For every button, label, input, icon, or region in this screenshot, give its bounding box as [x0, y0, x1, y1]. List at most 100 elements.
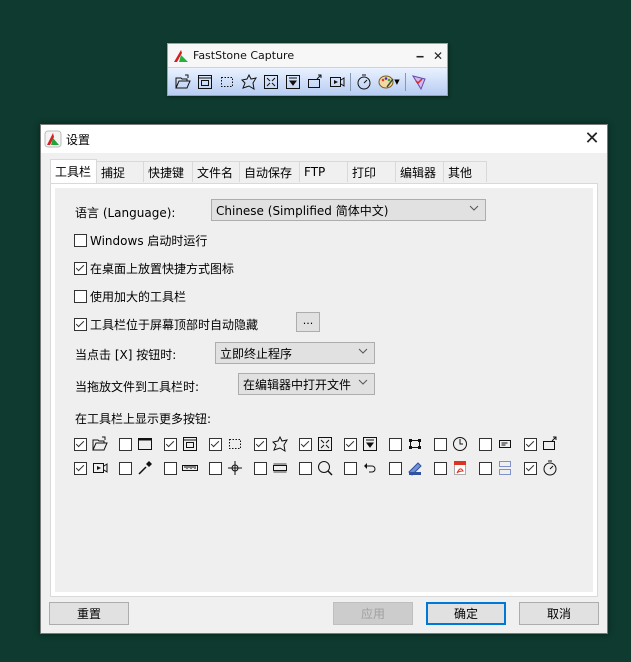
on-drop-select-value: 在编辑器中打开文件 [243, 377, 352, 392]
chevron-down-icon [358, 379, 368, 385]
more-button-option-capture-active-window[interactable] [119, 436, 164, 452]
capture-scrolling-icon [286, 74, 300, 89]
more-button-option-delay-timer[interactable] [524, 460, 569, 476]
undo-icon [364, 463, 376, 473]
cancel-button[interactable]: 取消 [519, 602, 599, 625]
more-button-option-caption[interactable] [479, 436, 524, 452]
delay-timer-icon [543, 460, 557, 476]
checkbox-box [344, 461, 357, 475]
more-button-option-capture-scrolling[interactable] [344, 436, 389, 452]
tab-toolbar[interactable]: 工具栏 [50, 159, 97, 183]
tab-label: FTP [304, 165, 326, 179]
on-close-select[interactable]: 立即终止程序 [215, 342, 375, 364]
capture-scrolling-icon [363, 437, 377, 451]
tab-autosave[interactable]: 自动保存 [239, 161, 300, 182]
toolbar-settings-panel: 语言 (Language): Chinese (Simplified 简体中文)… [50, 183, 598, 597]
dialog-title: 设置 [66, 132, 91, 147]
more-button-option-capture-window-object[interactable] [164, 436, 209, 452]
checkbox-box [434, 437, 447, 451]
tab-print[interactable]: 打印 [347, 161, 396, 182]
desktop-shortcut-checkbox[interactable]: 在桌面上放置快捷方式图标 [74, 260, 234, 277]
more-button-option-screen-bar[interactable] [254, 460, 299, 476]
more-button-option-capture-rectangle[interactable] [209, 436, 254, 452]
dialog-close-button[interactable]: ✕ [577, 125, 607, 153]
checkbox-label: Windows 启动时运行 [90, 234, 208, 248]
autohide-toolbar-checkbox[interactable]: 工具栏位于屏幕顶部时自动隐藏 [74, 316, 258, 333]
capture-freehand-button[interactable] [238, 71, 260, 93]
settings-tabs: 工具栏 捕捉 快捷键 文件名 自动保存 FTP 打印 编辑器 其他 [50, 159, 487, 183]
tab-capture[interactable]: 捕捉 [96, 161, 144, 182]
color-picker-icon [138, 461, 152, 475]
merge-images-icon [499, 461, 511, 475]
dropdown-arrow-icon: ▼ [394, 77, 400, 86]
large-toolbar-checkbox[interactable]: 使用加大的工具栏 [74, 288, 186, 305]
ruler-icon [182, 465, 198, 471]
tab-filename[interactable]: 文件名 [192, 161, 240, 182]
open-file-icon [175, 74, 191, 88]
checkbox-box [74, 234, 87, 247]
more-buttons-label: 在工具栏上显示更多按钮: [75, 412, 212, 426]
capture-fullscreen-button[interactable] [260, 71, 282, 93]
output-palette-button[interactable]: ▼ [375, 71, 403, 93]
capture-scrolling-button[interactable] [282, 71, 304, 93]
screen-bar-icon [273, 463, 287, 473]
checkbox-box [74, 262, 87, 275]
screen-recorder-icon [93, 463, 108, 473]
more-button-option-undo[interactable] [344, 460, 389, 476]
capture-toolbar-titlebar[interactable]: FastStone Capture ‒ ✕ [168, 44, 447, 67]
more-button-option-pdf[interactable] [434, 460, 479, 476]
tab-label: 编辑器 [400, 165, 437, 180]
more-button-option-color-picker[interactable] [119, 460, 164, 476]
capture-fixed-region-button[interactable] [304, 71, 326, 93]
on-close-label: 当点击 [X] 按钮时: [75, 348, 177, 362]
on-drop-select[interactable]: 在编辑器中打开文件 [238, 373, 375, 395]
apply-button[interactable]: 应用 [333, 602, 413, 625]
reset-button[interactable]: 重置 [49, 602, 129, 625]
more-button-option-crosshair[interactable] [209, 460, 254, 476]
tab-other[interactable]: 其他 [443, 161, 487, 182]
capture-window-object-icon [183, 437, 197, 451]
checkbox-box [479, 461, 492, 475]
more-button-option-capture-fullscreen[interactable] [299, 436, 344, 452]
more-button-option-merge-images[interactable] [479, 460, 524, 476]
more-button-option-capture-fixed-region[interactable] [389, 436, 434, 452]
panel-content: 语言 (Language): Chinese (Simplified 简体中文)… [55, 188, 593, 592]
chevron-down-icon [358, 348, 368, 354]
tab-label: 快捷键 [148, 165, 185, 180]
tab-ftp[interactable]: FTP [299, 161, 348, 182]
settings-menu-button[interactable] [408, 71, 430, 93]
autohide-options-button[interactable]: ... [296, 312, 320, 332]
minimize-button[interactable]: ‒ [411, 49, 429, 63]
capture-window-button[interactable] [194, 71, 216, 93]
minimize-icon: ‒ [415, 48, 425, 63]
capture-toolbar-title: FastStone Capture [193, 49, 295, 62]
more-button-option-magnifier[interactable] [299, 460, 344, 476]
more-button-option-clock[interactable] [434, 436, 479, 452]
tab-label: 打印 [352, 165, 377, 180]
capture-rectangle-button[interactable] [216, 71, 238, 93]
more-button-option-scanner[interactable] [389, 460, 434, 476]
screen-recorder-button[interactable] [326, 71, 348, 93]
delay-timer-button[interactable] [353, 71, 375, 93]
language-select[interactable]: Chinese (Simplified 简体中文) [211, 199, 486, 221]
more-buttons-grid [74, 432, 569, 480]
ok-button[interactable]: 确定 [426, 602, 506, 625]
dialog-titlebar[interactable]: 设置 ✕ [41, 125, 607, 153]
close-toolbar-button[interactable]: ✕ [429, 49, 447, 63]
more-button-option-capture-to-new[interactable] [524, 436, 569, 452]
on-drop-label: 当拖放文件到工具栏时: [75, 380, 200, 394]
run-on-startup-checkbox[interactable]: Windows 启动时运行 [74, 232, 207, 249]
checkbox-box [524, 437, 537, 451]
toolbar-separator [405, 72, 406, 91]
checkbox-box [299, 437, 312, 451]
screen-recorder-icon [330, 76, 345, 87]
tab-editor[interactable]: 编辑器 [395, 161, 444, 182]
open-file-button[interactable] [172, 71, 194, 93]
more-button-option-capture-freehand[interactable] [254, 436, 299, 452]
checkbox-box [119, 461, 132, 475]
more-button-option-screen-recorder[interactable] [74, 460, 119, 476]
more-button-option-open-file[interactable] [74, 436, 119, 452]
tab-hotkeys[interactable]: 快捷键 [143, 161, 193, 182]
more-button-option-ruler[interactable] [164, 460, 209, 476]
more-buttons-row [74, 456, 569, 480]
